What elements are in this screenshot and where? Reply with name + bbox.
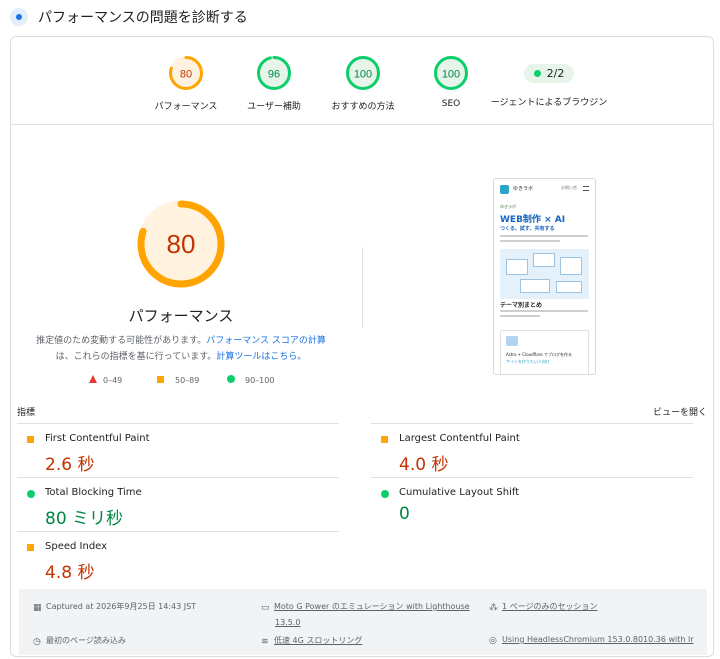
- legend-average: 50–89: [175, 376, 200, 385]
- metric-tbt: Total Blocking Time 80 ミリ秒: [17, 477, 339, 531]
- text-line: [500, 310, 588, 312]
- metric-cls: Cumulative Layout Shift 0: [371, 477, 693, 531]
- gauge-seo[interactable]: 100 SEO: [401, 55, 501, 109]
- gauge-performance[interactable]: 80 パフォーマンス: [136, 55, 236, 112]
- performance-title: パフォーマンス: [128, 307, 234, 325]
- device-emulation[interactable]: ▭ Moto G Power のエミュレーション with Lighthouse: [261, 601, 470, 613]
- fail-triangle-icon: [89, 375, 97, 383]
- devices-icon: ▭: [261, 603, 270, 613]
- hero-illustration: [500, 249, 589, 299]
- gauge-score: 80: [180, 69, 192, 81]
- metric-fcp: First Contentful Paint 2.6 秒: [17, 423, 339, 477]
- site-name: ゆきラボ: [513, 186, 534, 192]
- card-image-icon: [506, 336, 518, 346]
- metric-value: 4.0 秒: [399, 455, 449, 475]
- gauge-accessibility[interactable]: 96 ユーザー補助: [224, 55, 324, 112]
- site-headline: WEB制作 × AI: [500, 215, 566, 225]
- gauge-score: 100: [354, 69, 372, 81]
- gauge-score: 100: [442, 69, 460, 81]
- performance-gauge: 80: [137, 200, 225, 288]
- metric-value: 0: [399, 504, 410, 524]
- category-gauges: 80 パフォーマンス 96 ユーザー補助 100 おすすめの方法 100 SEO…: [11, 37, 713, 125]
- fraction-value: 2/2: [546, 67, 565, 80]
- text-line: [500, 240, 560, 242]
- metric-name: Total Blocking Time: [45, 487, 142, 498]
- captured-at: ▦ Captured at 2026年9月25日 14:43 JST: [33, 602, 197, 613]
- performance-score: 80: [167, 229, 196, 259]
- site-subheadline: つくる、試す、共有する: [500, 226, 555, 232]
- runtime-settings: ▦ Captured at 2026年9月25日 14:43 JST ▭ Moto …: [19, 589, 707, 655]
- gauge-label: パフォーマンス: [154, 102, 218, 112]
- gauge-label: ージェントによるブラウジン: [490, 98, 608, 108]
- calculator-link[interactable]: 計算ツールはこちら。: [216, 352, 306, 362]
- gauge-agentic-browsing[interactable]: 2/2 ージェントによるブラウジン: [489, 55, 609, 108]
- metric-value: 2.6 秒: [45, 455, 95, 475]
- wifi-icon: ≋: [261, 637, 269, 647]
- gauge-best-practices[interactable]: 100 おすすめの方法: [313, 55, 413, 112]
- browser-info[interactable]: ◎ Using HeadlessChromium 153.0.8010.36 wi…: [489, 635, 694, 646]
- gauge-ring: 100: [346, 56, 380, 90]
- metric-value: 80 ミリ秒: [45, 509, 124, 529]
- chrome-icon: ◎: [489, 636, 497, 646]
- card-title: Astro + Cloudflare でブログを作る: [506, 352, 572, 357]
- legend-fail: 0–49: [103, 376, 123, 385]
- score-description: 推定値のため変動する可能性があります。パフォーマンス スコアの計算は、これらの指…: [36, 336, 326, 362]
- site-nav-label: お問い合: [561, 185, 577, 190]
- pass-circle-icon: [227, 375, 235, 383]
- device-version: 13.5.0: [275, 618, 301, 627]
- metric-name: Cumulative Layout Shift: [399, 487, 520, 498]
- site-tag: ゆきラボ: [500, 204, 516, 209]
- final-screenshot[interactable]: ゆきラボ お問い合 ゆきラボ WEB制作 × AI つくる、試す、共有する テー…: [493, 178, 596, 375]
- metric-name: Speed Index: [45, 541, 108, 552]
- average-square-icon: [381, 436, 388, 443]
- gauge-ring: 96: [257, 56, 291, 90]
- lighthouse-icon: [10, 8, 28, 26]
- card-subtitle: サイトを作りたい人向け: [506, 359, 550, 364]
- metric-name: First Contentful Paint: [45, 433, 150, 444]
- metric-value: 4.8 秒: [45, 563, 95, 583]
- calendar-icon: ▦: [33, 603, 42, 613]
- legend-pass: 90–100: [245, 376, 275, 385]
- page-title: パフォーマンスの問題を診断する: [38, 10, 248, 26]
- text-line: [500, 315, 540, 317]
- gauge-score: 96: [268, 69, 280, 81]
- page-load: ◷ 最初のページ読み込み: [33, 636, 126, 647]
- site-card: Astro + Cloudflare でブログを作る サイトを作りたい人向け: [500, 330, 589, 374]
- page-header: パフォーマンスの問題を診断する: [0, 0, 720, 34]
- pass-circle-icon: [381, 490, 389, 498]
- average-square-icon: [27, 544, 34, 551]
- average-square-icon: [27, 436, 34, 443]
- expand-view-toggle[interactable]: ビューを開く: [653, 405, 707, 418]
- metric-si: Speed Index 4.8 秒: [17, 531, 339, 585]
- metric-lcp: Largest Contentful Paint 4.0 秒: [371, 423, 693, 477]
- network-throttling[interactable]: ≋ 低速 4G スロットリング: [261, 635, 362, 647]
- section-divider: [362, 247, 363, 327]
- metrics-title: 指標: [17, 408, 36, 418]
- gauge-ring: 80: [169, 56, 203, 90]
- pass-circle-icon: [27, 490, 35, 498]
- metrics-header: 指標 ビューを開く: [17, 405, 707, 418]
- report-card: 80 パフォーマンス 96 ユーザー補助 100 おすすめの方法 100 SEO…: [10, 36, 714, 657]
- session-info[interactable]: ⁂ 1 ページのみのセッション: [489, 601, 597, 613]
- gauge-ring: 100: [434, 56, 468, 90]
- text-line: [500, 235, 588, 237]
- score-calculation-link[interactable]: パフォーマンス スコアの計算: [206, 336, 326, 346]
- gauge-label: ユーザー補助: [247, 102, 301, 112]
- site-section-title: テーマ別まとめ: [500, 302, 543, 309]
- site-logo-icon: [500, 185, 509, 194]
- gauge-label: おすすめの方法: [331, 102, 395, 112]
- pass-dot-icon: [533, 70, 541, 77]
- metric-name: Largest Contentful Paint: [399, 433, 520, 444]
- gauge-label: SEO: [441, 99, 461, 109]
- fraction-pill: 2/2: [523, 64, 575, 83]
- session-icon: ⁂: [489, 603, 498, 613]
- average-square-icon: [157, 376, 164, 383]
- timer-icon: ◷: [33, 637, 41, 647]
- hamburger-menu-icon: [583, 186, 589, 191]
